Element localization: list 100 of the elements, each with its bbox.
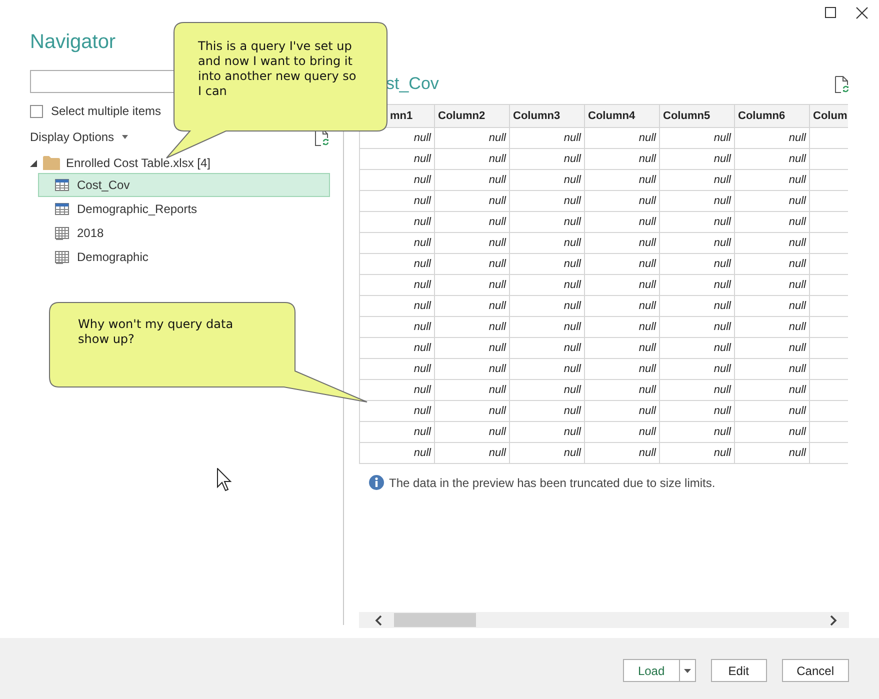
table-cell: null: [510, 190, 584, 212]
table-cell: null: [510, 380, 584, 400]
horizontal-scrollbar[interactable]: [359, 612, 849, 628]
table-icon: [55, 203, 69, 215]
table-cell: null: [734, 296, 810, 316]
table-cell: null: [510, 232, 584, 254]
table-cell: null: [510, 254, 584, 274]
table-cell: null: [734, 422, 810, 442]
table-cell: null: [734, 128, 810, 148]
table-cell: null: [584, 442, 660, 464]
table-cell: null: [734, 190, 810, 212]
dialog-button[interactable]: Cancel: [782, 659, 849, 682]
table-cell: null: [360, 442, 434, 464]
table-cell: null: [434, 170, 510, 190]
table-cell: null: [660, 170, 734, 190]
table-cell: null: [734, 148, 810, 170]
refresh-document-icon[interactable]: [835, 76, 849, 92]
table-cell: null: [360, 190, 434, 212]
table-cell: null: [660, 148, 734, 170]
info-icon: [369, 475, 384, 490]
table-cell: null: [660, 338, 734, 358]
table-cell: null: [584, 190, 660, 212]
table-cell: null: [734, 232, 810, 254]
checkbox[interactable]: [30, 104, 43, 118]
caret-icon: [122, 135, 128, 139]
table-cell: null: [510, 274, 584, 296]
table-cell: null: [360, 316, 434, 338]
close-icon[interactable]: [856, 7, 868, 19]
table-cell: null: [660, 442, 734, 464]
table-cell: null: [434, 442, 510, 464]
search-field[interactable]: [30, 70, 174, 93]
scroll-right-icon[interactable]: [830, 614, 837, 626]
table-cell: null: [510, 442, 584, 464]
table-cell: null: [734, 170, 810, 190]
table-cell: null: [584, 380, 660, 400]
table-cell: null: [584, 274, 660, 296]
table-cell: null: [510, 316, 584, 338]
table-cell: null: [734, 442, 810, 464]
scroll-left-icon[interactable]: [375, 614, 382, 626]
table-cell: null: [660, 212, 734, 232]
table-cell: null: [734, 400, 810, 422]
table-cell: null: [660, 358, 734, 380]
table-cell: null: [734, 358, 810, 380]
table-cell: null: [584, 358, 660, 380]
table-cell: null: [434, 190, 510, 212]
table-cell: null: [510, 358, 584, 380]
table-cell: null: [584, 400, 660, 422]
table-cell: null: [360, 296, 434, 316]
expand-triangle-icon[interactable]: [30, 160, 37, 166]
table-cell: null: [434, 400, 510, 422]
table-cell: null: [434, 358, 510, 380]
table-cell: null: [510, 148, 584, 170]
table-cell: null: [734, 212, 810, 232]
table-cell: null: [660, 296, 734, 316]
table-cell: null: [434, 128, 510, 148]
table-cell: null: [510, 338, 584, 358]
table-cell: null: [584, 170, 660, 190]
table-cell: null: [660, 422, 734, 442]
table-cell: null: [584, 296, 660, 316]
column-header[interactable]: Column4: [584, 104, 660, 128]
table-cell: null: [510, 170, 584, 190]
navigator-title: Navigator: [30, 30, 116, 54]
tree-item[interactable]: Demographic_Reports: [38, 197, 330, 221]
table-cell: null: [510, 422, 584, 442]
table-cell: null: [660, 400, 734, 422]
display-options-menu[interactable]: Display Options: [30, 130, 128, 144]
table-cell: null: [434, 232, 510, 254]
table-cell: null: [584, 148, 660, 170]
column-header[interactable]: Colum: [810, 104, 848, 128]
dropdown-button[interactable]: [678, 659, 696, 682]
tree-item[interactable]: Cost_Cov: [38, 173, 330, 197]
scroll-thumb[interactable]: [394, 613, 476, 627]
checkbox-label[interactable]: Select multiple items: [51, 104, 162, 118]
table-cell: null: [360, 338, 434, 358]
column-header[interactable]: Column3: [510, 104, 584, 128]
table-cell: null: [360, 148, 434, 170]
table-cell: null: [434, 422, 510, 442]
tree-item[interactable]: 2018: [38, 221, 330, 245]
tree-item[interactable]: Demographic: [38, 245, 330, 269]
column-header[interactable]: Column6: [734, 104, 810, 128]
column-header[interactable]: Column2: [434, 104, 510, 128]
table-cell: null: [360, 212, 434, 232]
table-cell: null: [360, 170, 434, 190]
dialog-button[interactable]: Edit: [710, 659, 767, 682]
load-button[interactable]: Load: [622, 659, 679, 682]
table-cell: null: [584, 422, 660, 442]
table-cell: null: [660, 128, 734, 148]
table-cell: null: [734, 338, 810, 358]
maximize-icon[interactable]: [825, 7, 836, 18]
column-header[interactable]: Column5: [660, 104, 734, 128]
preview-title: st_Cov: [386, 74, 439, 94]
table-cell: null: [510, 296, 584, 316]
table-cell: null: [584, 316, 660, 338]
table-cell: null: [434, 338, 510, 358]
table-cell: null: [510, 400, 584, 422]
speech-bubble-tooltip: Why won't my query data show up?: [49, 302, 368, 403]
table-cell: null: [734, 254, 810, 274]
table-cell: null: [360, 274, 434, 296]
table-cell: null: [660, 316, 734, 338]
table-cell: null: [434, 380, 510, 400]
